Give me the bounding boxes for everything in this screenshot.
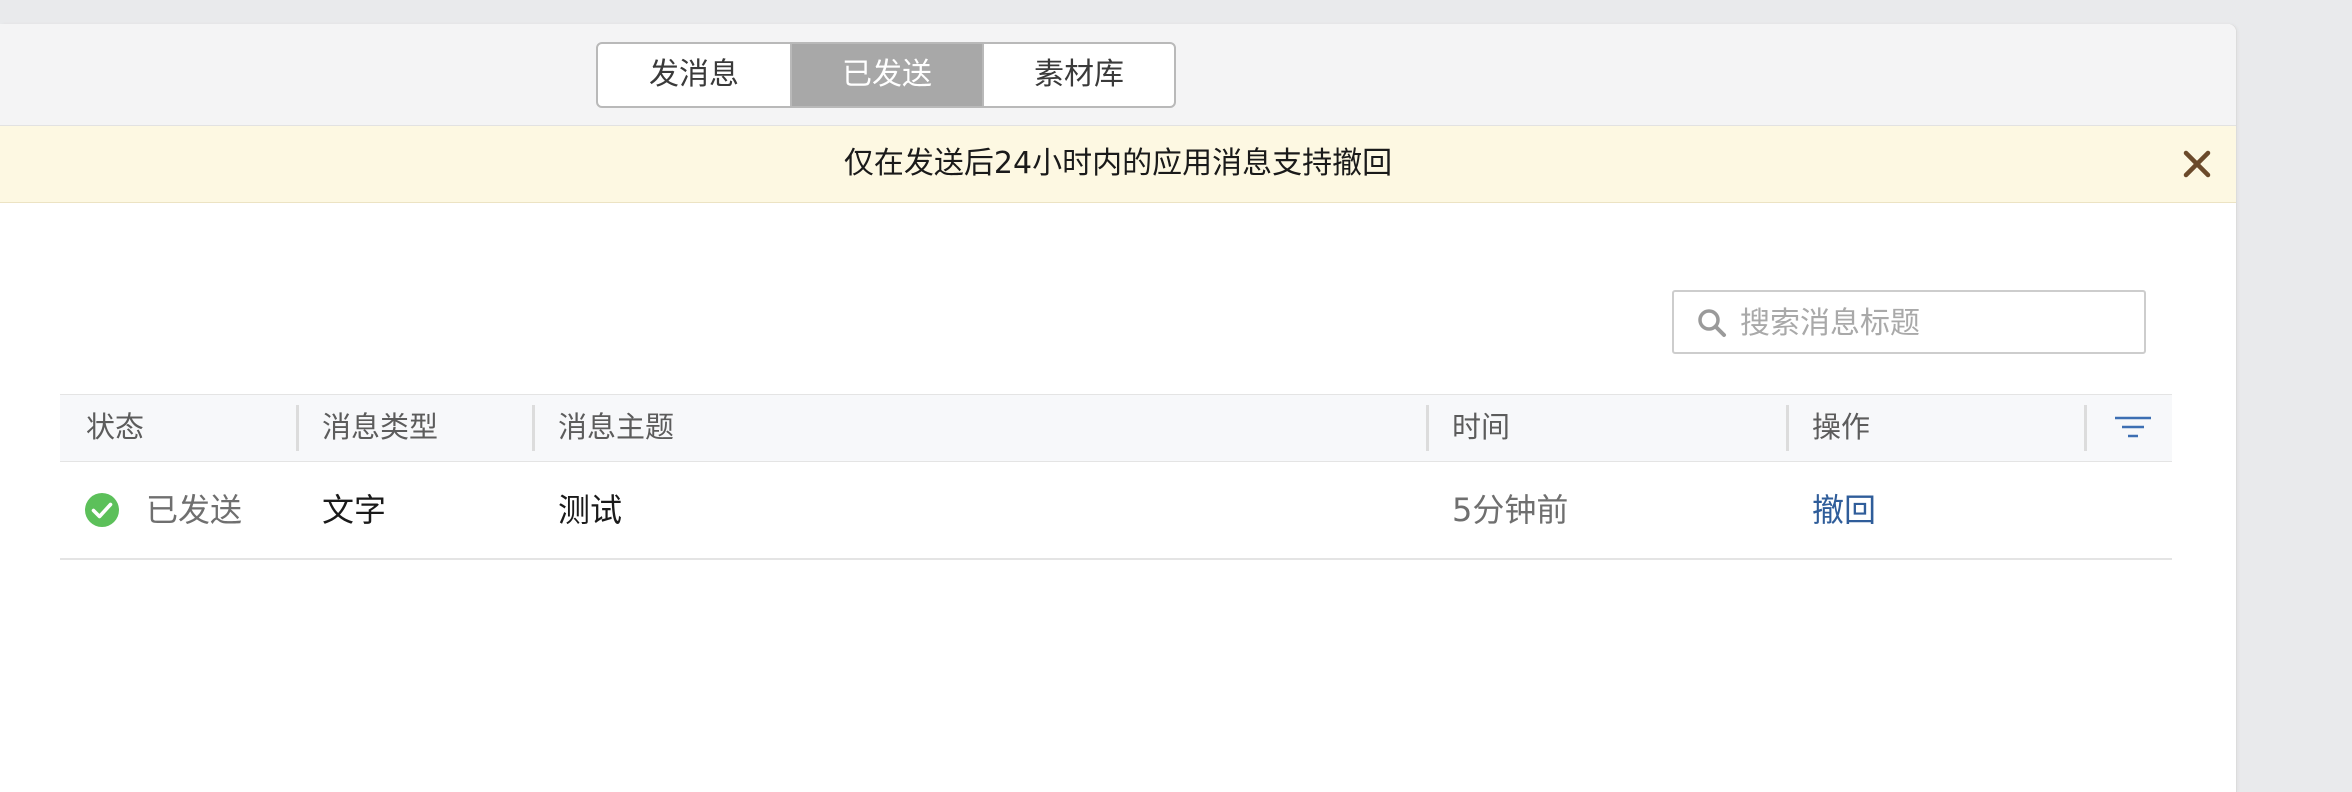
column-resizer[interactable] <box>532 405 535 451</box>
message-type: 文字 <box>322 491 387 529</box>
top-bar: 发消息 已发送 素材库 <box>0 24 2236 126</box>
table-header: 状态 消息类型 消息主题 时间 操作 <box>60 394 2172 462</box>
search-box <box>1672 290 2146 354</box>
main-panel: 发消息 已发送 素材库 仅在发送后24小时内的应用消息支持撤回 状态 消息类型 <box>0 24 2236 792</box>
close-icon[interactable] <box>2178 145 2216 183</box>
notice-banner: 仅在发送后24小时内的应用消息支持撤回 <box>0 126 2236 203</box>
search-icon <box>1696 307 1728 339</box>
tab-send-message[interactable]: 发消息 <box>598 44 790 106</box>
tab-group: 发消息 已发送 素材库 <box>596 42 1176 108</box>
filter-icon[interactable] <box>2114 414 2152 442</box>
search-input[interactable] <box>1738 292 2138 354</box>
column-resizer[interactable] <box>1786 405 1789 451</box>
column-resizer[interactable] <box>2084 405 2087 451</box>
column-header-type: 消息类型 <box>322 410 439 444</box>
table-row: 已发送 文字 测试 5分钟前 撤回 <box>60 462 2172 560</box>
message-time: 5分钟前 <box>1452 491 1569 529</box>
column-header-status: 状态 <box>86 410 145 444</box>
column-header-action: 操作 <box>1812 410 1871 444</box>
column-header-subject: 消息主题 <box>558 410 675 444</box>
tab-material-library[interactable]: 素材库 <box>982 44 1174 106</box>
recall-link[interactable]: 撤回 <box>1812 462 1876 558</box>
status-text: 已发送 <box>146 491 243 529</box>
messages-table: 状态 消息类型 消息主题 时间 操作 已发送 文字 测试 5分钟前 撤回 <box>60 394 2172 560</box>
check-circle-icon <box>84 492 120 528</box>
tab-sent[interactable]: 已发送 <box>790 44 982 106</box>
column-resizer[interactable] <box>296 405 299 451</box>
column-resizer[interactable] <box>1426 405 1429 451</box>
notice-text: 仅在发送后24小时内的应用消息支持撤回 <box>843 146 1393 181</box>
message-subject: 测试 <box>558 491 623 529</box>
column-header-time: 时间 <box>1452 410 1511 444</box>
